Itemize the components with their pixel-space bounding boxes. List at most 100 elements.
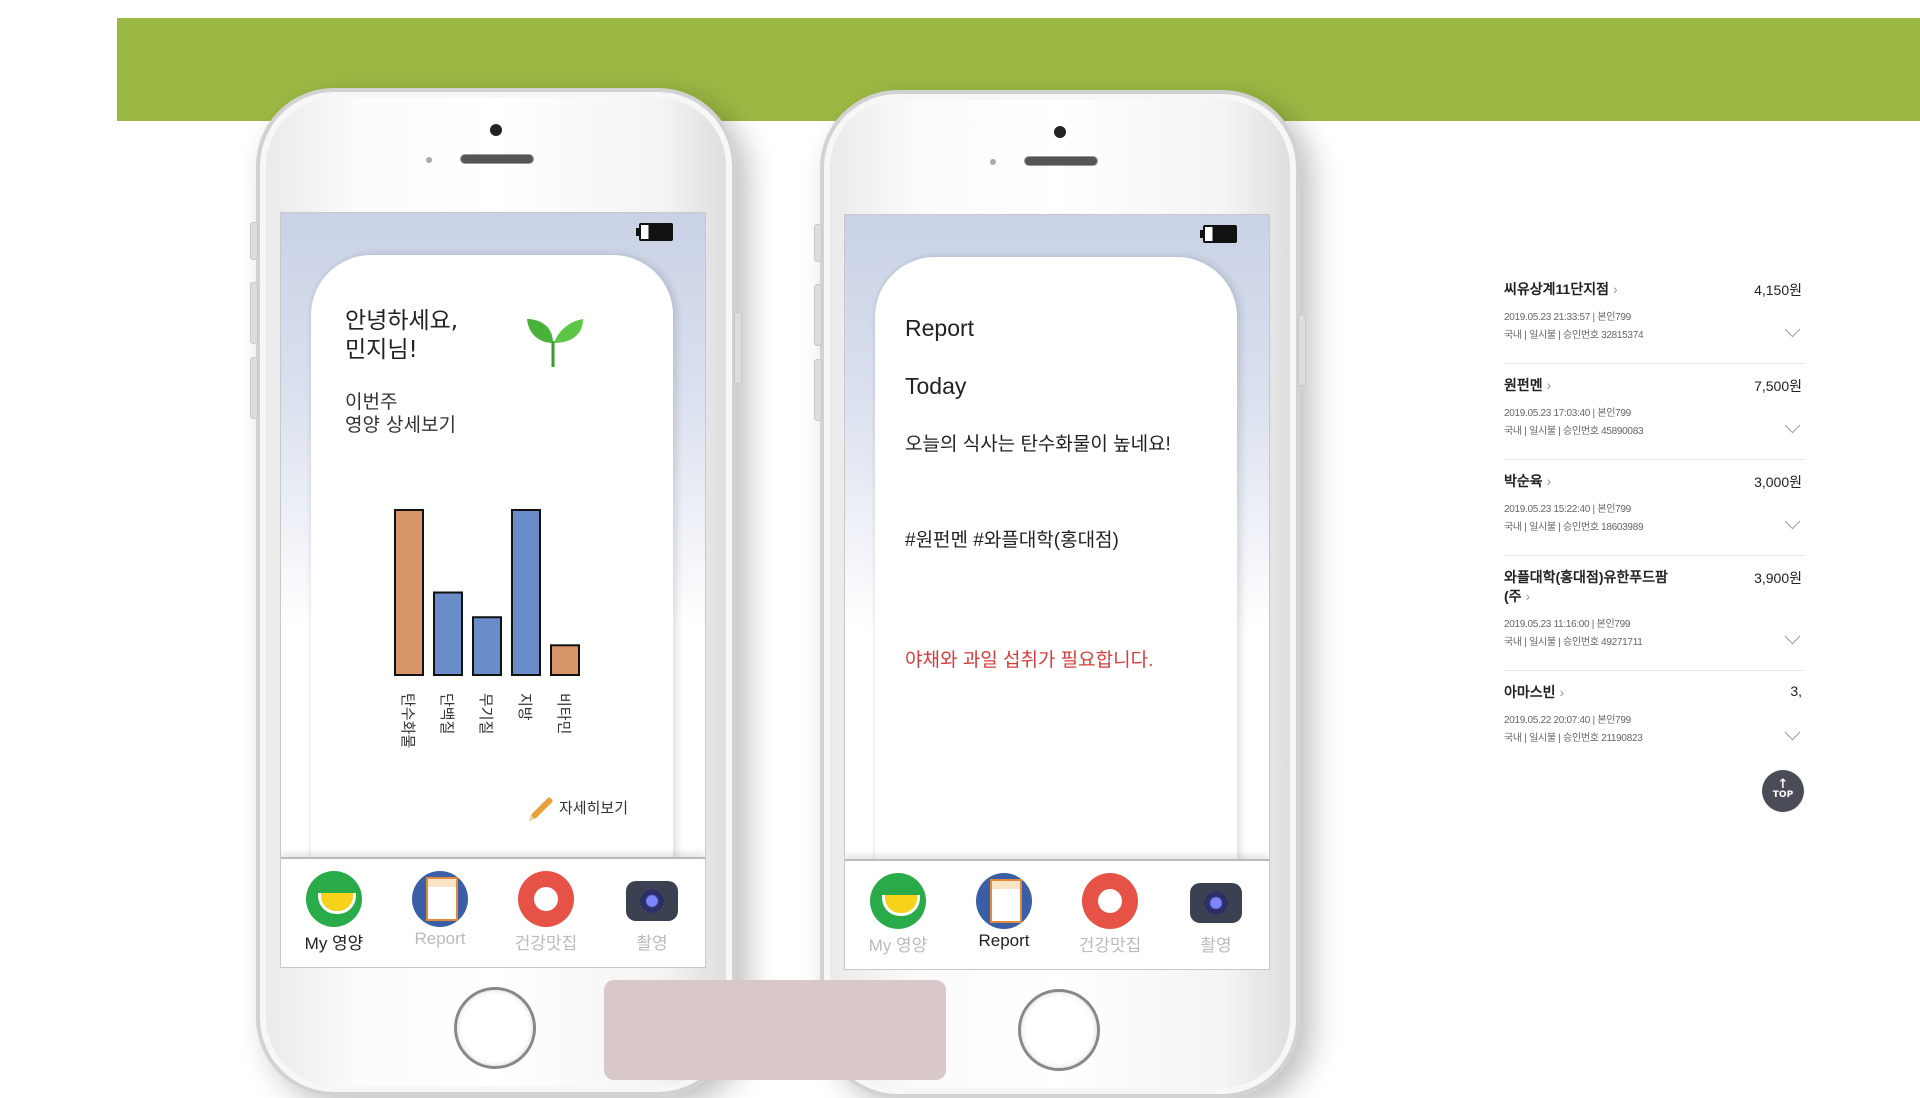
screen-report: Report Today 오늘의 식사는 탄수화물이 높네요! #원펀멘 #와플… — [844, 214, 1270, 970]
report-title: Report — [905, 315, 975, 341]
transaction-item[interactable]: 와플대학(홍대점)유한푸드팜(주 › 3,900원 2019.05.23 11:1… — [1504, 556, 1804, 671]
transaction-meta: 2019.05.23 11:16:00 | 본인799 국내 | 일시불 | 승… — [1504, 619, 1643, 648]
tab-label: 건강맛집 — [1078, 936, 1142, 955]
power-button — [1298, 314, 1306, 386]
merchant-name: 와플대학(홍대점)유한푸드팜(주 › — [1504, 569, 1668, 604]
transaction-meta: 2019.05.22 20:07:40 | 본인799 국내 | 일시불 | 승… — [1504, 715, 1643, 744]
tick-label: 무기질 — [477, 693, 495, 734]
food-icon — [518, 871, 574, 927]
power-button — [734, 312, 742, 384]
tab-label: Report — [978, 931, 1030, 950]
merchant-name: 씨유상계11단지점 › — [1504, 281, 1618, 297]
report-card: Report Today 오늘의 식사는 탄수화물이 높네요! #원펀멘 #와플… — [875, 257, 1237, 877]
report-icon — [412, 871, 468, 927]
transaction-meta: 2019.05.23 15:22:40 | 본인799 국내 | 일시불 | 승… — [1504, 504, 1644, 533]
transaction-amount: 3, — [1790, 683, 1802, 699]
nutrition-card: 안녕하세요, 민지님! 이번주 영양 상세보기 탄수화물 단백질 무기질 지방 비타민 … — [311, 255, 673, 875]
meal-tags[interactable]: #원펀멘 #와플대학(홍대점) — [905, 525, 1119, 552]
tick-label: 지방 — [516, 693, 534, 721]
mute-switch — [814, 224, 822, 262]
scroll-top-button[interactable]: ↑ TOP — [1762, 770, 1804, 812]
transaction-amount: 4,150원 — [1754, 282, 1802, 298]
camera-icon — [1188, 873, 1244, 929]
tab-camera[interactable]: 촬영 — [1166, 873, 1266, 956]
tab-healthy-restaurants[interactable]: 건강맛집 — [496, 871, 596, 954]
tab-label: My 영양 — [868, 936, 928, 955]
weekly-nutrition-link[interactable]: 이번주 영양 상세보기 — [345, 391, 456, 437]
transaction-item[interactable]: 원펀멘 › 7,500원 2019.05.23 17:03:40 | 본인799 … — [1504, 364, 1804, 460]
transaction-item[interactable]: 아마스빈 › 3, 2019.05.22 20:07:40 | 본인799 국내 … — [1504, 671, 1804, 766]
tab-my-nutrition[interactable]: My 영양 — [848, 873, 948, 956]
camera-icon — [624, 871, 680, 927]
today-label: Today — [905, 373, 967, 399]
tab-label: Report — [414, 929, 466, 948]
scroll-top-label: TOP — [1772, 790, 1794, 800]
lemon-icon — [306, 871, 362, 927]
card-transaction-list: 씨유상계11단지점 › 4,150원 2019.05.23 21:33:57 | … — [1504, 268, 1804, 766]
volume-up-button — [250, 282, 258, 344]
bar-무기질 — [472, 616, 502, 676]
tab-report[interactable]: Report — [954, 873, 1054, 951]
bar-지방 — [511, 509, 541, 676]
phone-mockup-right: Report Today 오늘의 식사는 탄수화물이 높네요! #원펀멘 #와플… — [814, 90, 1306, 1098]
tab-label: 촬영 — [636, 934, 668, 953]
tab-label: 건강맛집 — [514, 934, 578, 953]
transaction-amount: 3,900원 — [1754, 570, 1802, 586]
transaction-item[interactable]: 박순육 › 3,000원 2019.05.23 15:22:40 | 본인799 … — [1504, 460, 1804, 556]
tab-healthy-restaurants[interactable]: 건강맛집 — [1060, 873, 1160, 956]
tab-camera[interactable]: 촬영 — [602, 871, 702, 954]
bottom-tab-bar: My 영양 Report 건강맛집 촬영 — [281, 857, 705, 967]
bar-단백질 — [433, 591, 463, 676]
screen-my-nutrition: 안녕하세요, 민지님! 이번주 영양 상세보기 탄수화물 단백질 무기질 지방 비타민 … — [280, 212, 706, 968]
front-camera — [1054, 126, 1066, 138]
volume-up-button — [814, 284, 822, 346]
phone-mockup-left: 안녕하세요, 민지님! 이번주 영양 상세보기 탄수화물 단백질 무기질 지방 비타민 … — [250, 88, 742, 1096]
bar-탄수화물 — [394, 509, 424, 676]
chevron-right-icon: › — [1612, 281, 1618, 297]
merchant-name: 원펀멘 › — [1504, 377, 1552, 393]
pencil-icon — [530, 796, 554, 819]
report-icon — [976, 873, 1032, 929]
transaction-meta: 2019.05.23 21:33:57 | 본인799 국내 | 일시불 | 승… — [1504, 312, 1644, 341]
proximity-sensor — [990, 159, 996, 165]
tick-label: 단백질 — [438, 693, 456, 734]
nutrient-bar-chart: 탄수화물 단백질 무기질 지방 비타민 — [394, 509, 580, 748]
bar-비타민 — [550, 644, 580, 677]
transaction-item[interactable]: 씨유상계11단지점 › 4,150원 2019.05.23 21:33:57 | … — [1504, 268, 1804, 364]
food-icon — [1082, 873, 1138, 929]
battery-icon — [636, 223, 673, 241]
tab-label: 촬영 — [1200, 936, 1232, 955]
arrow-up-icon: ↑ — [1777, 777, 1789, 792]
battery-icon — [1200, 225, 1237, 243]
view-detail-label: 자세히보기 — [559, 799, 629, 817]
bottom-tab-bar: My 영양 Report 건강맛집 촬영 — [845, 859, 1269, 969]
view-detail-link[interactable]: 자세히보기 — [529, 796, 629, 819]
tab-label: My 영양 — [304, 934, 364, 953]
tab-report[interactable]: Report — [390, 871, 490, 949]
sprout-icon — [527, 319, 583, 367]
greeting-text: 안녕하세요, 민지님! — [345, 308, 459, 363]
chevron-right-icon: › — [1546, 377, 1552, 393]
tab-my-nutrition[interactable]: My 영양 — [284, 871, 384, 954]
transaction-amount: 3,000원 — [1754, 474, 1802, 490]
home-button[interactable] — [1018, 989, 1100, 1071]
earpiece-speaker — [460, 154, 534, 164]
tick-label: 비타민 — [555, 693, 573, 734]
report-summary: 오늘의 식사는 탄수화물이 높네요! — [905, 434, 1171, 455]
merchant-name: 박순육 › — [1504, 473, 1552, 489]
front-camera — [490, 124, 502, 136]
tick-label: 탄수화물 — [399, 693, 417, 748]
transaction-amount: 7,500원 — [1754, 378, 1802, 394]
home-button[interactable] — [454, 987, 536, 1069]
chevron-right-icon: › — [1559, 684, 1565, 700]
transaction-meta: 2019.05.23 17:03:40 | 본인799 국내 | 일시불 | 승… — [1504, 408, 1644, 437]
lemon-icon — [870, 873, 926, 929]
volume-down-button — [250, 357, 258, 419]
decorative-block — [604, 980, 946, 1080]
chevron-right-icon: › — [1525, 588, 1531, 604]
merchant-name: 아마스빈 › — [1504, 684, 1565, 700]
mute-switch — [250, 222, 258, 260]
proximity-sensor — [426, 157, 432, 163]
volume-down-button — [814, 359, 822, 421]
earpiece-speaker — [1024, 156, 1098, 166]
